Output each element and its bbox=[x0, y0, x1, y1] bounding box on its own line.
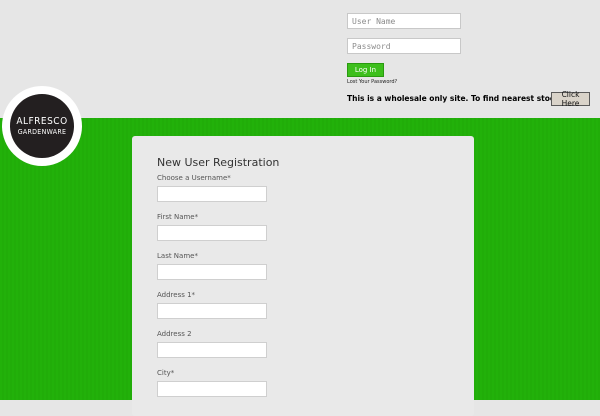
lost-password-link[interactable]: Lost Your Password? bbox=[347, 79, 397, 85]
brand-logo[interactable]: ALFRESCO GARDENWARE bbox=[10, 94, 74, 158]
address1-label: Address 1* bbox=[157, 291, 196, 299]
address2-field[interactable] bbox=[157, 342, 267, 358]
click-here-button[interactable]: Click Here bbox=[551, 90, 590, 108]
first-name-label: First Name* bbox=[157, 213, 199, 221]
last-name-field[interactable] bbox=[157, 264, 267, 280]
logo-line-1: ALFRESCO bbox=[16, 115, 68, 127]
wholesale-notice: This is a wholesale only site. To find n… bbox=[347, 94, 570, 103]
address2-label: Address 2 bbox=[157, 330, 192, 338]
form-title: New User Registration bbox=[157, 156, 280, 169]
address1-field[interactable] bbox=[157, 303, 267, 319]
login-button[interactable]: Log In bbox=[347, 63, 384, 77]
username-field[interactable] bbox=[157, 186, 267, 202]
city-label: City* bbox=[157, 369, 175, 377]
password-input[interactable] bbox=[347, 38, 461, 54]
username-label: Choose a Username* bbox=[157, 174, 231, 182]
first-name-field[interactable] bbox=[157, 225, 267, 241]
username-input[interactable] bbox=[347, 13, 461, 29]
city-field[interactable] bbox=[157, 381, 267, 397]
last-name-label: Last Name* bbox=[157, 252, 198, 260]
registration-form: New User Registration Choose a Username*… bbox=[132, 136, 474, 416]
logo-line-2: GARDENWARE bbox=[17, 127, 67, 136]
